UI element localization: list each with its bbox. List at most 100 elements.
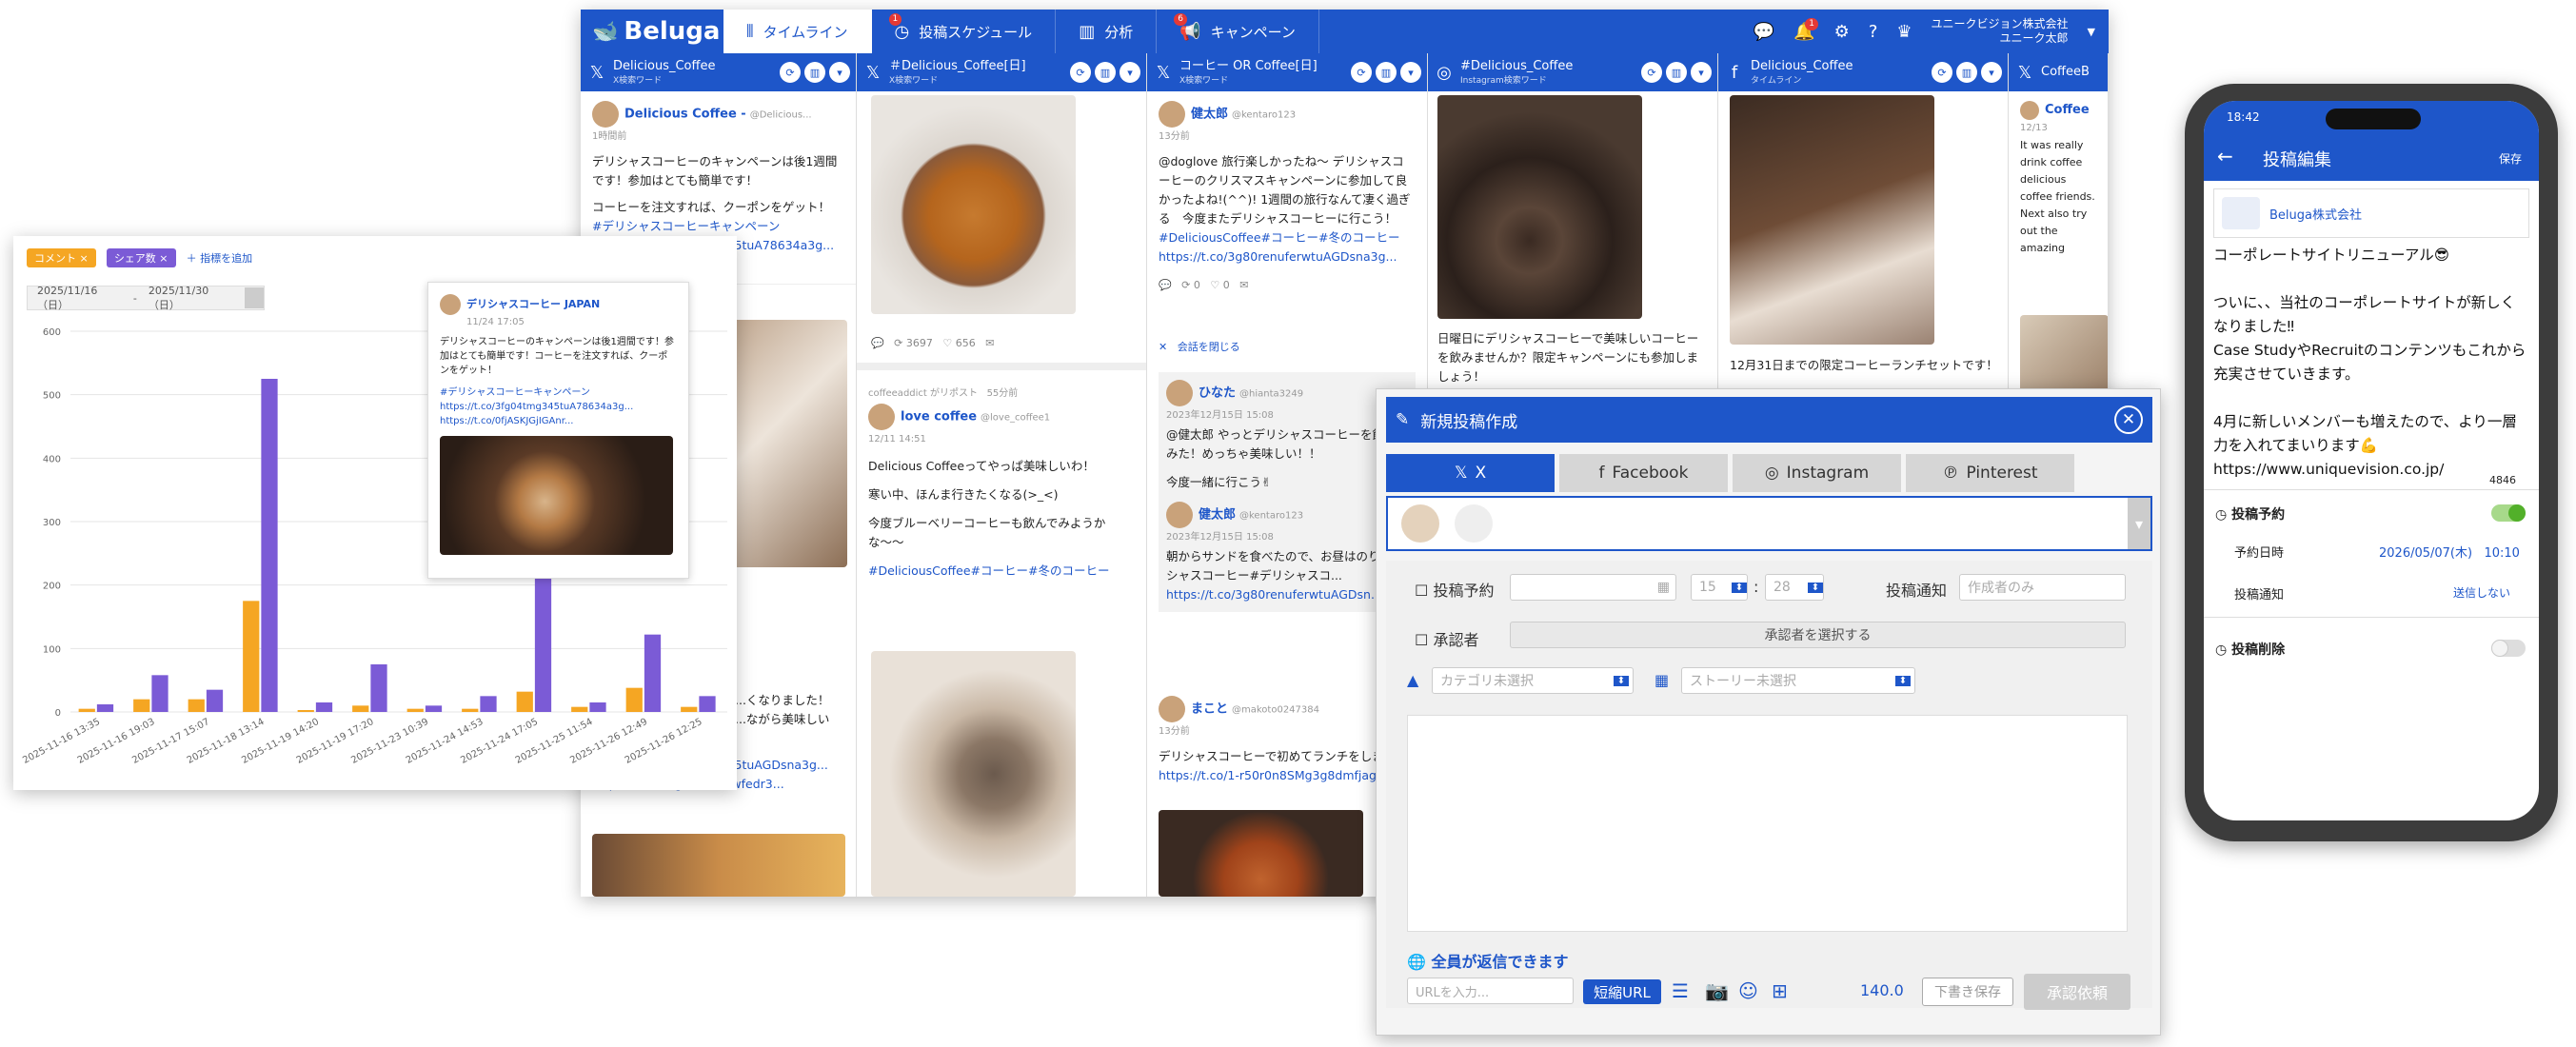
phone-save-button[interactable]: 保存 — [2499, 150, 2522, 167]
facebook-icon: f — [1598, 464, 1605, 483]
reply-setting[interactable]: 🌐 全員が返信できます — [1407, 949, 1569, 972]
bar-comment[interactable] — [571, 706, 588, 712]
beluga-logo[interactable]: 🐋 Beluga — [581, 10, 723, 53]
bar-comment[interactable] — [352, 705, 369, 712]
dropdown-icon[interactable]: ▾ — [829, 62, 850, 83]
gear-icon[interactable]: ⚙ — [1834, 22, 1850, 42]
dropdown-icon[interactable]: ▾ — [1120, 62, 1140, 83]
bar-comment[interactable] — [78, 708, 95, 712]
bar-share[interactable] — [370, 664, 387, 712]
stats-icon[interactable]: ▥ — [1666, 62, 1687, 83]
tab-pinterest[interactable]: ℗ Pinterest — [1906, 454, 2074, 492]
close-thread-link[interactable]: ✕ 会話を閉じる — [1159, 339, 1240, 354]
tab-x[interactable]: 𝕏X — [1386, 454, 1555, 492]
bar-comment[interactable] — [462, 708, 479, 712]
bar-comment[interactable] — [681, 706, 698, 712]
select-approver-button[interactable]: 承認者を選択する — [1510, 622, 2126, 648]
schedule-toggle[interactable] — [2491, 504, 2526, 522]
notify-value[interactable]: 送信しない — [2453, 584, 2510, 601]
bar-comment[interactable] — [133, 699, 150, 712]
chevron-down-icon[interactable]: ▾ — [2128, 498, 2150, 549]
tab-facebook[interactable]: f Facebook — [1559, 454, 1728, 492]
post-image-barista — [1730, 95, 1934, 345]
dropdown-icon[interactable]: ▾ — [1400, 62, 1421, 83]
bar-share[interactable] — [589, 702, 606, 712]
account-selector[interactable]: ▾ — [1386, 496, 2152, 551]
stats-icon[interactable]: ▥ — [1956, 62, 1977, 83]
story-select[interactable]: ストーリー未選択 ⬍ — [1681, 667, 1915, 694]
help-icon[interactable]: ? — [1869, 22, 1878, 42]
save-draft-button[interactable]: 下書き保存 — [1922, 978, 2013, 1006]
post-card[interactable]: 健太郎 @kentaro123 13分前 @doglove 旅行楽しかったね〜 … — [1147, 91, 1427, 305]
stepper-icon[interactable]: ⬍ — [1732, 582, 1747, 593]
bar-share[interactable] — [96, 704, 114, 712]
bar-comment[interactable] — [188, 699, 205, 712]
tab-timeline[interactable]: ⫴ タイムライン — [723, 10, 872, 53]
schedule-datetime[interactable]: 2026/05/07(木) 10:10 — [2379, 543, 2520, 561]
stats-icon[interactable]: ▥ — [804, 62, 825, 83]
hour-input[interactable]: 15 ⬍ — [1691, 574, 1748, 601]
refresh-icon[interactable]: ⟳ — [1641, 62, 1662, 83]
tab-analytics[interactable]: ▥ 分析 — [1056, 10, 1158, 53]
short-url-button[interactable]: 短縮URL — [1583, 979, 1661, 1004]
bar-share[interactable] — [699, 696, 716, 712]
post-card[interactable]: Coffee 12/13 It was really drink coffee … — [2009, 91, 2108, 267]
bar-comment[interactable] — [625, 687, 643, 712]
refresh-icon[interactable]: ⟳ — [780, 62, 801, 83]
crown-icon[interactable]: ♛ — [1896, 22, 1912, 42]
close-icon[interactable]: ✕ — [2114, 405, 2143, 434]
list-icon[interactable]: ☰ — [1672, 979, 1689, 1002]
refresh-icon[interactable]: ⟳ — [1351, 62, 1372, 83]
stats-icon[interactable]: ▥ — [1376, 62, 1397, 83]
minute-input[interactable]: 28 ⬍ — [1765, 574, 1824, 601]
bar-share[interactable] — [644, 634, 662, 712]
bar-share[interactable] — [206, 689, 224, 712]
bar-share[interactable] — [315, 702, 333, 712]
metric-chip-share[interactable]: シェア数 × — [106, 248, 176, 267]
add-metric-button[interactable]: ＋ 指標を追加 — [187, 252, 253, 265]
tab-instagram[interactable]: ◎ Instagram — [1733, 454, 1901, 492]
phone-account-row[interactable]: Beluga株式会社 — [2213, 188, 2529, 238]
date-range-picker[interactable]: 2025/11/16（日） -2025/11/30（日） — [27, 285, 265, 311]
chat-icon[interactable]: 💬 — [1754, 22, 1774, 42]
bell-icon[interactable]: 🔔 1 — [1793, 17, 1818, 42]
tab-schedule[interactable]: ◷ 1 投稿スケジュール — [872, 10, 1057, 53]
bar-share[interactable] — [534, 565, 552, 712]
post-body-textarea[interactable] — [1407, 715, 2128, 932]
post-card[interactable]: coffeeaddict がリポスト 55分前 love coffee @lov… — [857, 375, 1133, 590]
bar-comment[interactable] — [516, 691, 533, 712]
tab-campaign[interactable]: 📢 6 キャンペーン — [1157, 10, 1319, 53]
refresh-icon[interactable]: ⟳ — [1070, 62, 1091, 83]
bar-share[interactable] — [425, 705, 443, 712]
camera-icon[interactable]: 📷 — [1705, 979, 1729, 1002]
delete-toggle[interactable] — [2491, 640, 2526, 657]
notify-select[interactable]: 作成者のみ — [1959, 574, 2126, 601]
request-approval-button[interactable]: 承認依頼 — [2024, 974, 2130, 1010]
calendar-icon[interactable] — [244, 287, 265, 308]
url-input[interactable]: URLを入力... — [1407, 978, 1574, 1004]
stepper-icon[interactable]: ⬍ — [1808, 582, 1823, 593]
back-arrow-icon[interactable]: ← — [2217, 145, 2233, 168]
bar-comment[interactable] — [406, 708, 424, 712]
bar-share[interactable] — [151, 675, 168, 712]
metric-chip-comment[interactable]: コメント × — [27, 248, 96, 267]
clock-icon: ◷ — [2215, 507, 2228, 523]
bar-share[interactable] — [480, 696, 497, 712]
add-media-icon[interactable]: ⊞ — [1772, 979, 1788, 1002]
avatar — [440, 294, 461, 315]
chevron-down-icon[interactable]: ▼ — [2088, 26, 2095, 38]
phone-post-text[interactable]: コーポレートサイトリニューアル😎 ついに、、当社のコーポレートサイトが新しくなり… — [2213, 244, 2529, 482]
bar-share[interactable] — [261, 379, 278, 712]
bar-comment[interactable] — [243, 601, 260, 712]
bar-comment[interactable] — [297, 710, 314, 712]
schedule-checkbox[interactable]: ☐ 投稿予約 — [1415, 578, 1494, 601]
dropdown-icon[interactable]: ▾ — [1981, 62, 2002, 83]
org-menu[interactable]: ユニークビジョン株式会社 ユニーク太郎 — [1932, 17, 2069, 46]
emoji-icon[interactable]: ☺ — [1738, 979, 1758, 1002]
stats-icon[interactable]: ▥ — [1095, 62, 1116, 83]
refresh-icon[interactable]: ⟳ — [1932, 62, 1952, 83]
category-select[interactable]: カテゴリ未選択 ⬍ — [1432, 667, 1634, 694]
dropdown-icon[interactable]: ▾ — [1691, 62, 1712, 83]
schedule-date-input[interactable]: ▦ — [1510, 574, 1676, 601]
approver-checkbox[interactable]: ☐ 承認者 — [1415, 627, 1478, 650]
